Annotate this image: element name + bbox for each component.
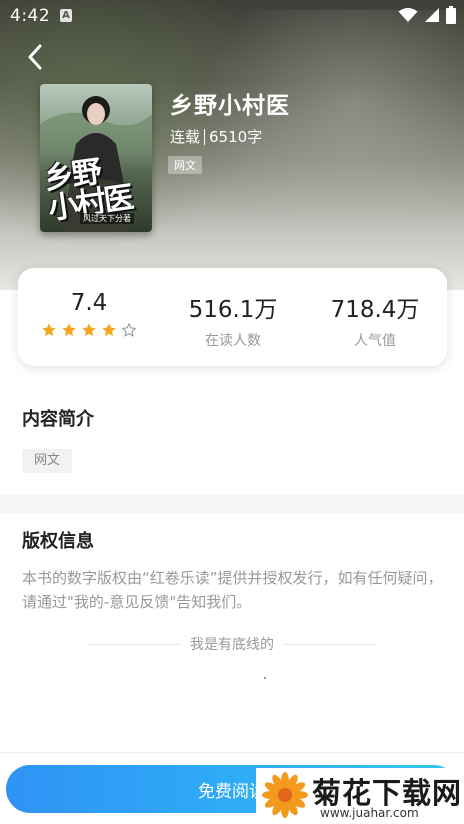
signal-icon — [425, 8, 439, 22]
wifi-icon — [398, 8, 418, 22]
star-filled-icon — [102, 323, 116, 337]
chevron-left-icon — [28, 44, 42, 70]
status-icons — [398, 6, 456, 24]
book-title: 乡野小村医 — [170, 93, 290, 119]
meta-separator — [204, 128, 206, 145]
readers-stat: 516.1万 在读人数 — [168, 290, 298, 350]
end-line-right — [284, 643, 376, 645]
intro-tag[interactable]: 网文 — [22, 449, 73, 473]
end-line-left — [88, 643, 180, 645]
section-divider — [0, 495, 464, 513]
watermark-url: www.juahar.com — [320, 806, 419, 820]
star-filled-icon — [62, 323, 76, 337]
readers-label: 在读人数 — [205, 333, 261, 349]
book-meta: 连载 6510字 — [170, 126, 262, 147]
rating-stars — [24, 322, 154, 338]
readers-value: 516.1万 — [188, 297, 278, 323]
popularity-stat: 718.4万 人气值 — [310, 290, 440, 350]
copyright-text: 本书的数字版权由“红卷乐读”提供并授权发行，如有任何疑问，请通过"我的-意见反馈… — [22, 569, 443, 611]
intro-section-title: 内容简介 — [22, 409, 94, 430]
chrysanthemum-logo — [262, 772, 308, 818]
battery-icon — [446, 6, 456, 24]
status-time: 4:42 — [10, 6, 51, 26]
cover-subtitle: 风过天下分著 — [80, 213, 134, 224]
back-button[interactable] — [18, 40, 52, 74]
copyright-section-title: 版权信息 — [22, 531, 94, 552]
end-of-list-text: 我是有底线的 — [190, 637, 274, 653]
star-filled-icon — [82, 323, 96, 337]
notification-icon: A — [60, 9, 72, 22]
book-detail-screen: 4:42 A 乡野 小村医 风过天下分著 乡野小村医 连载 6510字 网文 7… — [0, 0, 464, 824]
status-bar: 4:42 A — [0, 0, 464, 32]
watermark: 菊花下载网 www.juahar.com — [256, 768, 464, 824]
book-cover[interactable]: 乡野 小村医 风过天下分著 — [40, 84, 152, 232]
star-filled-icon — [42, 323, 56, 337]
rating-value: 7.4 — [70, 290, 108, 316]
book-status: 连载 — [170, 128, 201, 146]
rating-stat: 7.4 — [24, 290, 154, 338]
end-of-list-indicator: 我是有底线的 — [0, 634, 464, 654]
book-category-tag: 网文 — [168, 156, 202, 174]
popularity-value: 718.4万 — [330, 297, 420, 323]
dot — [264, 677, 266, 679]
star-empty-icon — [121, 322, 137, 337]
popularity-label: 人气值 — [354, 333, 396, 349]
book-word-count: 6510字 — [209, 128, 263, 146]
stats-card: 7.4 516.1万 在读人数 718.4万 人气值 — [18, 268, 447, 366]
